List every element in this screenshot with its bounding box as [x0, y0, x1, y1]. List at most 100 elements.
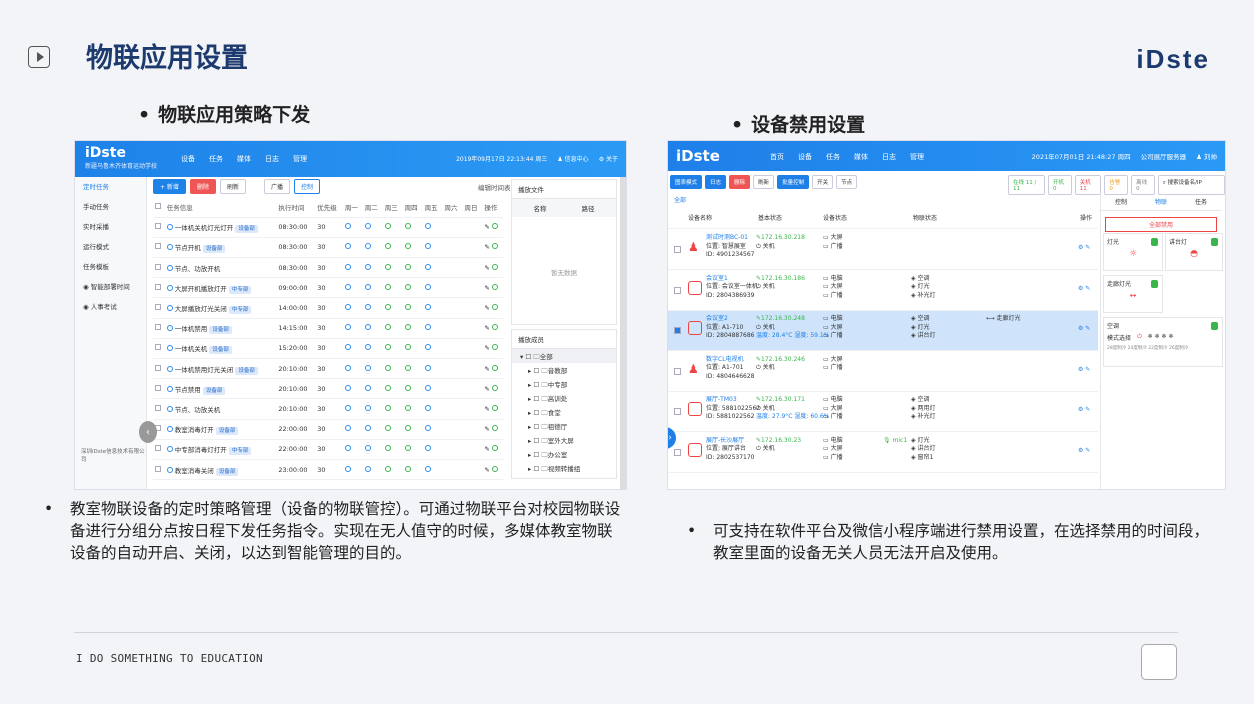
- edit-icon[interactable]: ✎: [484, 445, 492, 453]
- day-cell[interactable]: [442, 237, 463, 259]
- toolbar-button[interactable]: 刷新: [753, 175, 775, 189]
- server-name[interactable]: 公司展厅服务器: [1141, 151, 1187, 161]
- day-enabled-icon[interactable]: [384, 344, 391, 351]
- toggle-icon[interactable]: [491, 404, 498, 411]
- day-cell[interactable]: [402, 237, 423, 259]
- control-tab[interactable]: 控制: [293, 179, 320, 194]
- edit-schedule-link[interactable]: 编辑时间表: [478, 182, 511, 192]
- table-row[interactable]: 节点、功放开机 08:30:00 30 ✎: [153, 257, 503, 279]
- checkbox[interactable]: [674, 286, 681, 294]
- day-enabled-icon[interactable]: [364, 223, 371, 230]
- day-cell[interactable]: [462, 237, 483, 259]
- day-cell[interactable]: [422, 358, 443, 380]
- menu-item[interactable]: 媒体: [854, 152, 868, 162]
- day-enabled-icon[interactable]: [384, 384, 391, 391]
- disable-all-button[interactable]: 全部禁用: [1105, 217, 1217, 232]
- menu-item[interactable]: 日志: [265, 154, 279, 164]
- day-cell[interactable]: [342, 398, 363, 420]
- day-cell[interactable]: [342, 358, 363, 380]
- status-badge[interactable]: 关机 11: [1074, 175, 1102, 195]
- status-badge[interactable]: 告警 0: [1104, 175, 1129, 195]
- table-row[interactable]: 一体机关机灯光灯开 设备部 08:30:00 30 ✎: [153, 217, 503, 238]
- edit-icon[interactable]: ✎: [484, 365, 492, 373]
- day-enabled-icon[interactable]: [384, 324, 391, 331]
- day-enabled-icon[interactable]: [424, 344, 431, 351]
- day-cell[interactable]: [342, 419, 363, 440]
- day-enabled-icon[interactable]: [364, 324, 371, 331]
- table-row[interactable]: 一体机禁用 设备部 14:15:00 30 ✎: [153, 318, 503, 339]
- day-cell[interactable]: [342, 237, 363, 259]
- day-cell[interactable]: [462, 277, 483, 299]
- day-cell[interactable]: [382, 297, 403, 319]
- checkbox[interactable]: [155, 384, 161, 391]
- checkbox-cell[interactable]: [153, 439, 165, 460]
- menu-item[interactable]: 首页: [770, 152, 784, 162]
- checkbox[interactable]: [155, 223, 161, 230]
- edit-icon[interactable]: ✎: [484, 405, 492, 413]
- menu-item[interactable]: 任务: [209, 154, 223, 164]
- device-row[interactable]: 会议室1 位置: 会议室一体机 ID: 2804386939 ✎172.16.30.1…: [668, 271, 1098, 311]
- edit-icon[interactable]: ✎: [484, 385, 492, 393]
- day-cell[interactable]: [362, 419, 383, 440]
- checkbox[interactable]: [674, 367, 681, 375]
- device-name[interactable]: 会议室1: [706, 275, 758, 284]
- light-card[interactable]: 灯光 ☼: [1103, 233, 1163, 271]
- day-cell[interactable]: [462, 297, 483, 319]
- checkbox[interactable]: [155, 304, 161, 311]
- day-cell[interactable]: [462, 419, 483, 440]
- day-enabled-icon[interactable]: [344, 404, 351, 411]
- checkbox[interactable]: [155, 364, 161, 371]
- table-row[interactable]: 教室消毒灯开 设备部 22:00:00 30 ✎: [153, 419, 503, 440]
- scrollbar[interactable]: [620, 177, 626, 489]
- sidebar-item[interactable]: 运行模式: [75, 237, 146, 257]
- row-actions[interactable]: ⚙ ✎: [1078, 244, 1090, 253]
- day-cell[interactable]: [342, 318, 363, 339]
- checkbox[interactable]: [155, 445, 161, 452]
- day-enabled-icon[interactable]: [404, 243, 411, 250]
- checkbox-header[interactable]: [153, 197, 165, 218]
- day-cell[interactable]: [402, 277, 423, 299]
- day-cell[interactable]: [462, 378, 483, 400]
- day-cell[interactable]: [342, 459, 363, 481]
- day-cell[interactable]: [402, 398, 423, 420]
- day-cell[interactable]: [402, 358, 423, 380]
- device-name[interactable]: 测试时测BC-01: [706, 234, 755, 243]
- sidebar-item[interactable]: ◉ 智能部署时间: [75, 277, 146, 297]
- checkbox-cell[interactable]: [153, 318, 165, 339]
- day-cell[interactable]: [362, 439, 383, 460]
- day-cell[interactable]: [382, 419, 403, 440]
- day-enabled-icon[interactable]: [344, 344, 351, 351]
- menu-item[interactable]: 设备: [181, 154, 195, 164]
- checkbox[interactable]: [674, 408, 681, 415]
- edit-icon[interactable]: ✎: [484, 304, 492, 312]
- day-enabled-icon[interactable]: [404, 304, 411, 311]
- day-enabled-icon[interactable]: [424, 445, 431, 452]
- day-cell[interactable]: [422, 257, 443, 279]
- day-cell[interactable]: [422, 378, 443, 400]
- edit-icon[interactable]: ✎: [484, 243, 492, 251]
- sidebar-item[interactable]: 手动任务: [75, 197, 146, 217]
- about-link[interactable]: ⚙ 关于: [599, 154, 618, 163]
- day-cell[interactable]: [442, 277, 463, 299]
- checkbox-cell[interactable]: [153, 217, 165, 238]
- tree-item[interactable]: ▾ ☐ 🗀全部: [512, 349, 616, 363]
- day-cell[interactable]: [382, 378, 403, 400]
- day-enabled-icon[interactable]: [384, 304, 391, 311]
- checkbox-cell[interactable]: [153, 398, 165, 420]
- device-row[interactable]: 展厅-TM03 位置: 5881022562 ID: 5881022562 ✎172.…: [668, 392, 1098, 432]
- day-cell[interactable]: [342, 338, 363, 360]
- day-enabled-icon[interactable]: [404, 263, 411, 270]
- tree-item[interactable]: ▸ ☐ 🗀祖德厅: [512, 419, 616, 433]
- day-enabled-icon[interactable]: [344, 283, 351, 290]
- day-cell[interactable]: [442, 419, 463, 440]
- checkbox[interactable]: [155, 324, 161, 331]
- device-name[interactable]: 会议室2: [706, 315, 755, 324]
- day-enabled-icon[interactable]: [364, 445, 371, 452]
- table-row[interactable]: 中专部消毒灯打开 中专部 22:00:00 30 ✎: [153, 439, 503, 460]
- day-enabled-icon[interactable]: [404, 324, 411, 331]
- day-cell[interactable]: [362, 237, 383, 259]
- play-icon[interactable]: [28, 46, 50, 68]
- day-enabled-icon[interactable]: [424, 465, 431, 472]
- day-cell[interactable]: [402, 419, 423, 440]
- day-cell[interactable]: [442, 358, 463, 380]
